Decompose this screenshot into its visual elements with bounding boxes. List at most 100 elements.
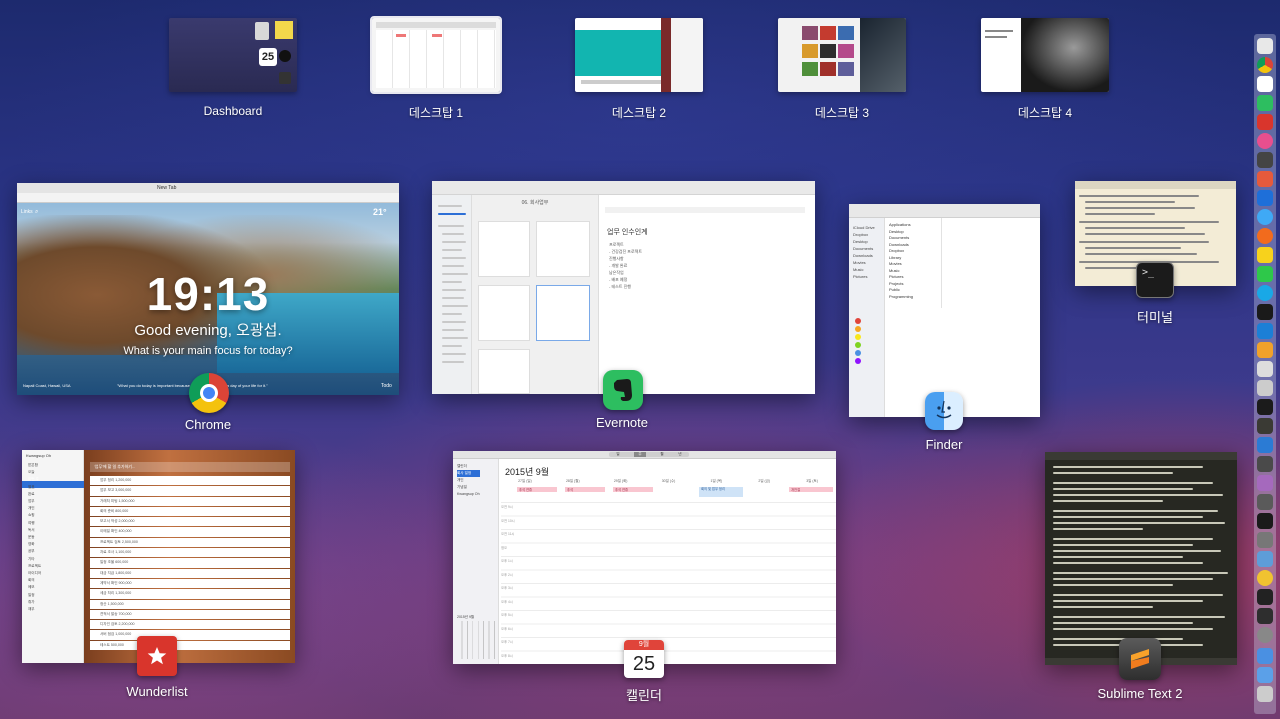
calendar-event[interactable]: 회의 및 업무 정리 (699, 487, 743, 497)
evernote-dock-icon[interactable] (1257, 95, 1273, 111)
ridibooks-dock-icon[interactable] (1257, 323, 1273, 339)
finder-label: Finder (925, 437, 963, 452)
mini-month-grid[interactable] (457, 621, 495, 659)
app-dock-icon[interactable] (1257, 513, 1273, 529)
preview-dock-icon[interactable] (1257, 361, 1273, 377)
photo-dock-icon[interactable] (1257, 171, 1273, 187)
app-dock-icon[interactable] (1257, 494, 1273, 510)
appstore-dock-icon[interactable] (1257, 190, 1273, 206)
chrome-tab-title[interactable]: New Tab (157, 185, 176, 191)
evernote-editor[interactable]: 업무 인수인계 프로젝트 - 건강검진 프로젝트 진행사항 - 개발 완료 남은… (598, 195, 815, 394)
terminal-label: 터미널 (1137, 310, 1173, 325)
calculator-widget (255, 22, 269, 40)
messages-dock-icon[interactable] (1257, 266, 1273, 282)
itunes-dock-icon[interactable] (1257, 133, 1273, 149)
space-desktop-4[interactable]: 데스크탑 4 (980, 18, 1110, 121)
space-desktop-2[interactable]: 데스크탑 2 (574, 18, 704, 121)
calendar-week-grid[interactable]: 오전 9시 오전 10시 오전 11시 정오 오후 1시 오후 2시 오후 3시 오후 … (501, 499, 836, 664)
space-label: 데스크탑 4 (1017, 106, 1073, 120)
calendar-sidebar: 캘린더 회사 일정 개인 기념일 Kwangsup Oh 2015년 9월 (453, 459, 499, 664)
wunderlist-lists[interactable]: 받은함 오늘 이번 주 별표 완료 업무 개인 쇼핑 여행 독서 운동 영화 공부 기타 프로… (28, 462, 41, 613)
wunderlist-window[interactable]: Kwangsup Oh 받은함 오늘 이번 주 별표 완료 업무 개인 쇼핑 여행 독서 … (22, 450, 295, 663)
desktop-2-thumbnail (575, 18, 703, 92)
evernote-note-list: 06. 회사업무 (472, 195, 598, 394)
quicktime-dock-icon[interactable] (1257, 152, 1273, 168)
calendar-window[interactable]: 일 주 월 년 캘린더 회사 일정 개인 기념일 Kwangsup Oh 201… (453, 451, 836, 664)
calendar-view-tabs[interactable]: 일 주 월 년 (609, 452, 689, 457)
todo-label[interactable]: Todo (381, 383, 392, 389)
app-dock-icon[interactable] (1257, 570, 1273, 586)
chrome-tabbar: New Tab (17, 183, 399, 193)
evernote-window[interactable]: 06. 회사업무 업무 인수인계 프로젝트 - 건강검진 프로젝트 진행사항 -… (432, 181, 815, 394)
space-dashboard[interactable]: 25 Dashboard (168, 18, 298, 118)
terminal-dock-icon[interactable] (1257, 399, 1273, 415)
wunderlist-icon[interactable] (137, 636, 177, 676)
finder-file-list: Applications Desktop Documents Downloads D… (889, 222, 914, 299)
chrome-dock-icon[interactable] (1257, 57, 1273, 73)
calendar-month-title: 2015년 9월 (505, 467, 550, 477)
skype-dock-icon[interactable] (1257, 285, 1273, 301)
ibooks-dock-icon[interactable] (1257, 342, 1273, 358)
space-label: 데스크탑 2 (611, 106, 667, 120)
vscode-dock-icon[interactable] (1257, 437, 1273, 453)
desktop-3-thumbnail (778, 18, 906, 92)
app-dock-icon[interactable] (1257, 532, 1273, 548)
note-body[interactable]: 프로젝트 - 건강검진 프로젝트 진행사항 - 개발 완료 남은작업 - 배포 … (609, 241, 642, 290)
allday-event[interactable]: 추석 (565, 487, 605, 492)
finder-icon[interactable] (925, 392, 963, 430)
textedit-dock-icon[interactable] (1257, 380, 1273, 396)
chrome-window[interactable]: New Tab Links ⌕ 21° 19:13 Good evening, … (17, 183, 399, 395)
sublime-dock-icon[interactable] (1257, 418, 1273, 434)
sublime-label: Sublime Text 2 (1097, 686, 1183, 701)
calendar-widget: 25 (259, 48, 277, 66)
kindle-dock-icon[interactable] (1257, 304, 1273, 320)
dashboard-thumbnail: 25 (169, 18, 297, 92)
app-dock-icon[interactable] (1257, 627, 1273, 643)
evernote-icon[interactable] (603, 370, 643, 410)
space-desktop-3[interactable]: 데스크탑 3 (777, 18, 907, 121)
add-task-input[interactable]: '업무'에 할 일 추가하기... (90, 462, 290, 472)
space-desktop-1[interactable]: 데스크탑 1 (370, 16, 502, 121)
mini-month-title: 2015년 9월 (457, 615, 475, 619)
wunderlist-task-list[interactable]: 업무 정리 1,200,000 업무 보고 3,000,000 거래처 미팅 1… (90, 476, 290, 651)
kakaotalk-dock-icon[interactable] (1257, 247, 1273, 263)
app-dock-icon[interactable] (1257, 551, 1273, 567)
firefox-dock-icon[interactable] (1257, 228, 1273, 244)
weather-widget (279, 72, 291, 84)
calendar-day-headers: 27일 (일) 28일 (월) 29일 (화) 30일 (수) 1일 (목) 2… (518, 479, 818, 483)
calendar-icon[interactable]: 9월 25 (624, 640, 664, 678)
app-dock-icon[interactable] (1257, 475, 1273, 491)
sublime-window[interactable] (1045, 452, 1237, 665)
calendar-dock-icon[interactable] (1257, 76, 1273, 92)
chrome-icon[interactable] (189, 373, 229, 413)
trash-dock-icon[interactable] (1257, 686, 1273, 702)
wunderlist-dock-icon[interactable] (1257, 114, 1273, 130)
allday-event[interactable]: 개천절 (789, 487, 833, 492)
space-label: Dashboard (203, 104, 263, 118)
chrome-label: Chrome (184, 417, 232, 432)
app-dock-icon[interactable] (1257, 608, 1273, 624)
location-label: Napali Coast, Hawaii, USA (23, 383, 71, 388)
links-label[interactable]: Links (21, 209, 33, 215)
focus-prompt[interactable]: What is your main focus for today? (17, 345, 399, 357)
finder-window[interactable]: iCloud Drive Dropbox Desktop Documents Dow… (849, 204, 1040, 417)
utility-dock-icon[interactable] (1257, 456, 1273, 472)
wunderlist-user[interactable]: Kwangsup Oh (26, 453, 51, 458)
clock: 19:13 (146, 268, 270, 320)
finder-sidebar: iCloud Drive Dropbox Desktop Documents Dow… (849, 218, 885, 417)
finder-dock-icon[interactable] (1257, 38, 1273, 54)
allday-event[interactable]: 추석 연휴 (517, 487, 557, 492)
sublime-icon[interactable] (1119, 638, 1161, 680)
note-list-title: 06. 회사업무 (521, 200, 549, 206)
safari-dock-icon[interactable] (1257, 209, 1273, 225)
desktop-1-thumbnail (370, 16, 502, 94)
downloads-dock-icon[interactable] (1257, 667, 1273, 683)
note-title[interactable]: 업무 인수인계 (607, 227, 648, 237)
folder-dock-icon[interactable] (1257, 648, 1273, 664)
allday-event[interactable]: 추석 연휴 (613, 487, 653, 492)
app-dock-icon[interactable] (1257, 589, 1273, 605)
evernote-sidebar (432, 195, 472, 394)
wunderlist-label: Wunderlist (126, 684, 188, 699)
search-icon[interactable]: ⌕ (35, 209, 38, 216)
terminal-icon[interactable]: >_ (1136, 262, 1174, 298)
